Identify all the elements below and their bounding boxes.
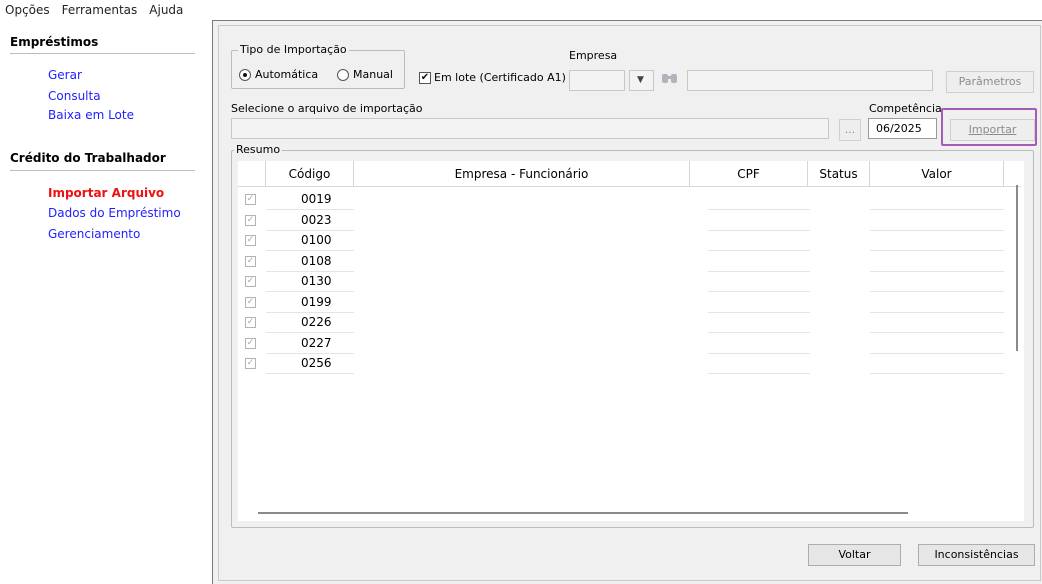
sidebar-item-consulta[interactable]: Consulta	[48, 89, 101, 103]
row-checkbox[interactable]: ✓	[245, 317, 256, 328]
row-codigo: 0199	[301, 294, 332, 309]
empresa-label: Empresa	[569, 49, 618, 62]
empresa-code-field[interactable]	[569, 70, 625, 91]
row-checkbox[interactable]: ✓	[245, 358, 256, 369]
row-divider	[870, 373, 1004, 374]
main-window: Tipo de Importação Automática Manual ✔ E…	[212, 20, 1042, 584]
table-row[interactable]: ✓ 0023	[238, 211, 1024, 231]
table-row[interactable]: ✓ 0199	[238, 293, 1024, 313]
em-lote-checkbox[interactable]: ✔ Em lote (Certificado A1)	[419, 71, 566, 84]
radio-automatica[interactable]: Automática	[239, 68, 318, 81]
radio-manual[interactable]: Manual	[337, 68, 393, 81]
header-empresa-funcionario[interactable]: Empresa - Funcionário	[354, 161, 690, 187]
checkbox-checked-icon: ✔	[419, 71, 431, 84]
empresa-name-field[interactable]	[687, 70, 933, 91]
row-codigo: 0130	[301, 274, 332, 288]
row-checkbox[interactable]: ✓	[245, 214, 256, 226]
row-checkbox[interactable]: ✓	[245, 194, 256, 205]
sidebar-item-gerenciamento[interactable]: Gerenciamento	[48, 227, 140, 241]
vertical-scrollbar[interactable]	[1016, 185, 1018, 351]
row-checkbox[interactable]: ✓	[245, 337, 256, 349]
table-row[interactable]: ✓ 0226	[238, 313, 1024, 333]
sidebar: Empréstimos Gerar Consulta Baixa em Lote…	[0, 20, 205, 584]
inconsistencias-button[interactable]: Inconsistências	[918, 544, 1035, 566]
sidebar-item-importar-arquivo[interactable]: Importar Arquivo	[48, 186, 164, 200]
binoculars-icon	[662, 74, 677, 83]
row-codigo: 0227	[301, 335, 332, 350]
row-codigo: 0256	[301, 356, 332, 370]
menu-ferramentas[interactable]: Ferramentas	[56, 3, 144, 17]
row-codigo: 0019	[301, 192, 332, 206]
sidebar-item-baixa-em-lote[interactable]: Baixa em Lote	[48, 108, 134, 122]
horizontal-scrollbar[interactable]	[258, 512, 908, 514]
row-divider	[266, 373, 354, 374]
sidebar-item-gerar[interactable]: Gerar	[48, 68, 82, 82]
sidebar-item-dados-emprestimo[interactable]: Dados do Empréstimo	[48, 206, 181, 220]
competencia-field[interactable]: 06/2025	[868, 118, 937, 139]
em-lote-label: Em lote (Certificado A1)	[434, 71, 566, 84]
chevron-down-icon: ▼	[637, 75, 644, 85]
row-codigo: 0226	[301, 315, 332, 329]
header-valor[interactable]: Valor	[870, 161, 1004, 187]
header-next-column	[1004, 161, 1024, 187]
menu-opcoes[interactable]: Opções	[0, 3, 56, 17]
browse-button[interactable]: ...	[839, 119, 861, 141]
row-codigo: 0023	[301, 212, 332, 227]
competencia-label: Competência	[869, 102, 942, 115]
section-title-credito-trabalhador: Crédito do Trabalhador	[10, 151, 166, 165]
row-codigo: 0100	[301, 233, 332, 247]
menu-ajuda[interactable]: Ajuda	[143, 3, 189, 17]
table-header: Código Empresa - Funcionário CPF Status …	[238, 161, 1021, 187]
row-codigo: 0108	[301, 253, 332, 268]
section-title-emprestimos: Empréstimos	[10, 35, 99, 49]
header-select	[238, 161, 266, 187]
empresa-lookup-button[interactable]	[659, 70, 684, 91]
header-status[interactable]: Status	[808, 161, 870, 187]
row-checkbox[interactable]: ✓	[245, 235, 256, 246]
row-checkbox[interactable]: ✓	[245, 296, 256, 308]
radio-selected-icon	[239, 68, 251, 81]
tipo-importacao-title: Tipo de Importação	[238, 43, 349, 56]
table-row[interactable]: ✓ 0256	[238, 354, 1024, 374]
arquivo-path-field[interactable]	[231, 118, 829, 139]
section-divider	[10, 170, 195, 171]
section-divider	[10, 53, 195, 54]
header-cpf[interactable]: CPF	[690, 161, 808, 187]
empresa-dropdown[interactable]: ▼	[629, 70, 654, 91]
resumo-table: Código Empresa - Funcionário CPF Status …	[238, 161, 1024, 521]
table-row[interactable]: ✓ 0227	[238, 334, 1024, 354]
row-checkbox[interactable]: ✓	[245, 255, 256, 267]
voltar-button[interactable]: Voltar	[808, 544, 901, 566]
parametros-button[interactable]: Parâmetros	[946, 71, 1034, 93]
table-row[interactable]: ✓ 0130	[238, 272, 1024, 292]
menu-bar: Opções Ferramentas Ajuda	[0, 0, 1042, 19]
radio-automatica-label: Automática	[255, 68, 319, 81]
table-row[interactable]: ✓ 0108	[238, 252, 1024, 272]
row-checkbox[interactable]: ✓	[245, 276, 256, 287]
row-divider	[708, 373, 810, 374]
radio-unselected-icon	[337, 68, 349, 81]
import-panel: Tipo de Importação Automática Manual ✔ E…	[218, 25, 1041, 581]
header-codigo[interactable]: Código	[266, 161, 354, 187]
table-row[interactable]: ✓ 0100	[238, 231, 1024, 251]
table-row[interactable]: ✓ 0019	[238, 190, 1024, 210]
resumo-title: Resumo	[234, 143, 283, 156]
radio-manual-label: Manual	[353, 68, 393, 81]
importar-highlight	[941, 108, 1037, 146]
arquivo-label: Selecione o arquivo de importação	[231, 102, 423, 115]
